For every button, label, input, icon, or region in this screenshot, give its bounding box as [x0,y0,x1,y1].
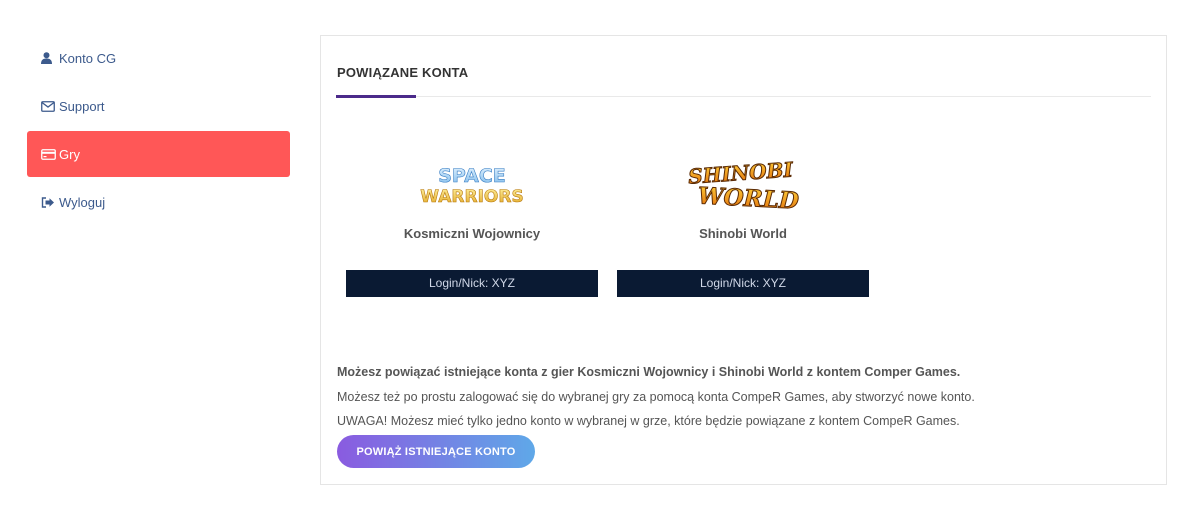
sidebar-item-wyloguj[interactable]: Wyloguj [27,179,290,225]
linked-accounts-panel: POWIĄZANE KONTA SPACE WARRIORS Kosmiczni… [320,35,1167,485]
space-warriors-logo: SPACE WARRIORS [346,156,598,216]
sidebar-item-label: Konto CG [59,50,117,66]
page-title: POWIĄZANE KONTA [337,65,469,80]
info-bold-line: Możesz powiązać istniejące konta z gier … [337,365,961,379]
sidebar-item-konto-cg[interactable]: Konto CG [27,35,290,81]
sidebar-item-label: Support [59,98,105,114]
game-name: Kosmiczni Wojownicy [403,226,541,241]
sidebar-item-support[interactable]: Support [27,83,290,129]
sidebar-item-gry[interactable]: Gry [27,131,290,177]
game-card-shinobi-world: SHINOBI WORLD Shinobi World Login/Nick: … [617,156,869,297]
sidebar: Konto CG Support Gry Wyloguj [27,35,290,227]
shinobi-world-logo: SHINOBI WORLD [617,156,869,216]
info-text: Możesz powiązać istniejące konta z gier … [337,360,1137,434]
svg-text:SPACE: SPACE [438,165,506,187]
info-line: Możesz też po prostu zalogować się do wy… [337,389,975,404]
credit-card-icon [41,147,57,161]
warning-line: UWAGA! Możesz mieć tylko jedno konto w w… [337,414,960,428]
link-existing-account-button[interactable]: POWIĄŻ ISTNIEJĄCE KONTO [337,435,535,468]
title-divider [336,96,1151,97]
sign-out-icon [41,195,57,209]
svg-text:WARRIORS: WARRIORS [420,187,523,207]
sidebar-item-label: Wyloguj [59,194,106,210]
game-name: Shinobi World [699,226,787,241]
sidebar-item-label: Gry [59,146,80,162]
user-icon [41,51,57,65]
svg-text:WORLD: WORLD [697,182,799,214]
title-accent-bar [336,95,416,98]
login-nick-bar: Login/Nick: XYZ [617,270,869,297]
login-nick-bar: Login/Nick: XYZ [346,270,598,297]
game-card-space-warriors: SPACE WARRIORS Kosmiczni Wojownicy Login… [346,156,598,297]
envelope-icon [41,99,57,113]
